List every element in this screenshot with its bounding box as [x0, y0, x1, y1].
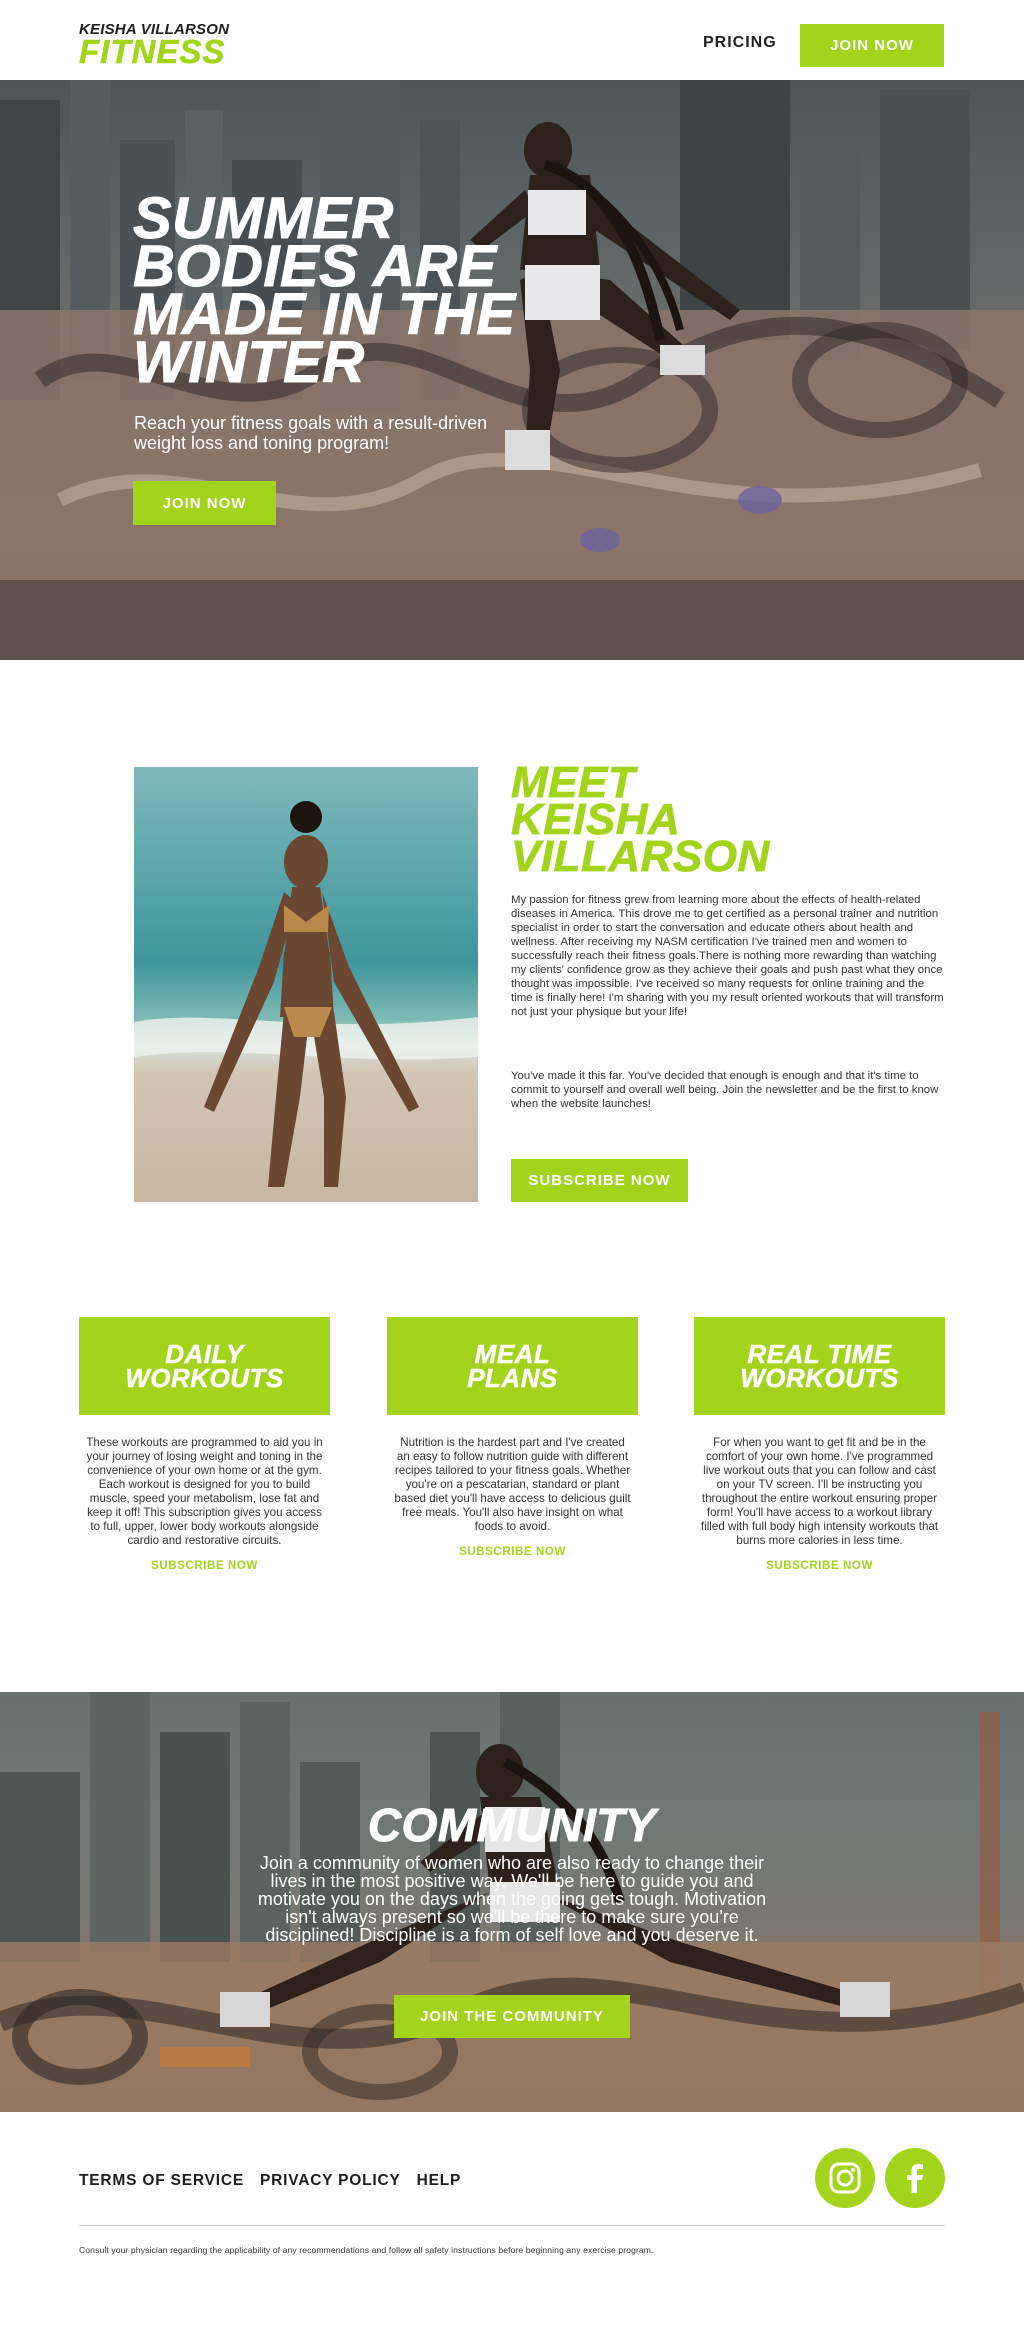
feature-subscribe-link[interactable]: SUBSCRIBE NOW	[387, 1546, 638, 1558]
terms-of-service-link[interactable]: TERMS OF SERVICE	[79, 2172, 244, 2190]
facebook-icon[interactable]	[885, 2148, 945, 2208]
feature-meal-plans: MEAL PLANS Nutrition is the hardest part…	[387, 1317, 638, 1558]
feature-daily-workouts: DAILY WORKOUTS These workouts are progra…	[79, 1317, 330, 1572]
feature-description: Nutrition is the hardest part and I've c…	[394, 1436, 631, 1533]
help-link[interactable]: HELP	[417, 2172, 462, 2190]
meet-newsletter-paragraph: You've made it this far. You've decided …	[511, 1070, 939, 1110]
keisha-beach-photo	[134, 767, 478, 1202]
safety-disclaimer: Consult your physician regarding the app…	[79, 2245, 654, 2255]
nav-join-button[interactable]: JOIN NOW	[800, 24, 944, 67]
meet-subscribe-button[interactable]: SUBSCRIBE NOW	[511, 1159, 688, 1202]
hero-subtext: Reach your fitness goals with a result-d…	[134, 413, 488, 453]
meet-bio-paragraph: My passion for fitness grew from learnin…	[511, 894, 944, 1018]
privacy-policy-link[interactable]: PRIVACY POLICY	[260, 2172, 401, 2190]
community-title: COMMUNITY	[367, 1799, 657, 1851]
feature-description: For when you want to get fit and be in t…	[700, 1436, 939, 1547]
footer-divider	[79, 2225, 945, 2226]
meet-title: MEET KEISHA VILLARSON	[511, 758, 770, 881]
feature-title: MEAL PLANS	[387, 1317, 638, 1415]
community-text: Join a community of women who are also r…	[257, 1853, 767, 1945]
hero-join-button[interactable]: JOIN NOW	[133, 481, 276, 525]
instagram-icon[interactable]	[815, 2148, 875, 2208]
logo[interactable]: KEISHA VILLARSON FITNESS	[79, 22, 229, 68]
hero-section: SUMMER BODIES ARE MADE IN THE WINTER Rea…	[0, 80, 1024, 660]
community-section: COMMUNITY Join a community of women who …	[0, 1692, 1024, 2112]
hero-headline: SUMMER BODIES ARE MADE IN THE WINTER	[133, 186, 516, 395]
logo-fitness: FITNESS	[79, 33, 226, 70]
feature-subscribe-link[interactable]: SUBSCRIBE NOW	[79, 1560, 330, 1572]
feature-subscribe-link[interactable]: SUBSCRIBE NOW	[694, 1560, 945, 1572]
footer-links: TERMS OF SERVICE PRIVACY POLICY HELP	[79, 2172, 461, 2190]
feature-title: DAILY WORKOUTS	[79, 1317, 330, 1415]
join-community-button[interactable]: JOIN THE COMMUNITY	[394, 1995, 630, 2038]
nav-pricing-link[interactable]: PRICING	[703, 34, 777, 52]
feature-description: These workouts are programmed to aid you…	[86, 1436, 323, 1547]
feature-title: REAL TIME WORKOUTS	[694, 1317, 945, 1415]
feature-real-time-workouts: REAL TIME WORKOUTS For when you want to …	[694, 1317, 945, 1572]
site-header: KEISHA VILLARSON FITNESS PRICING JOIN NO…	[0, 0, 1024, 80]
